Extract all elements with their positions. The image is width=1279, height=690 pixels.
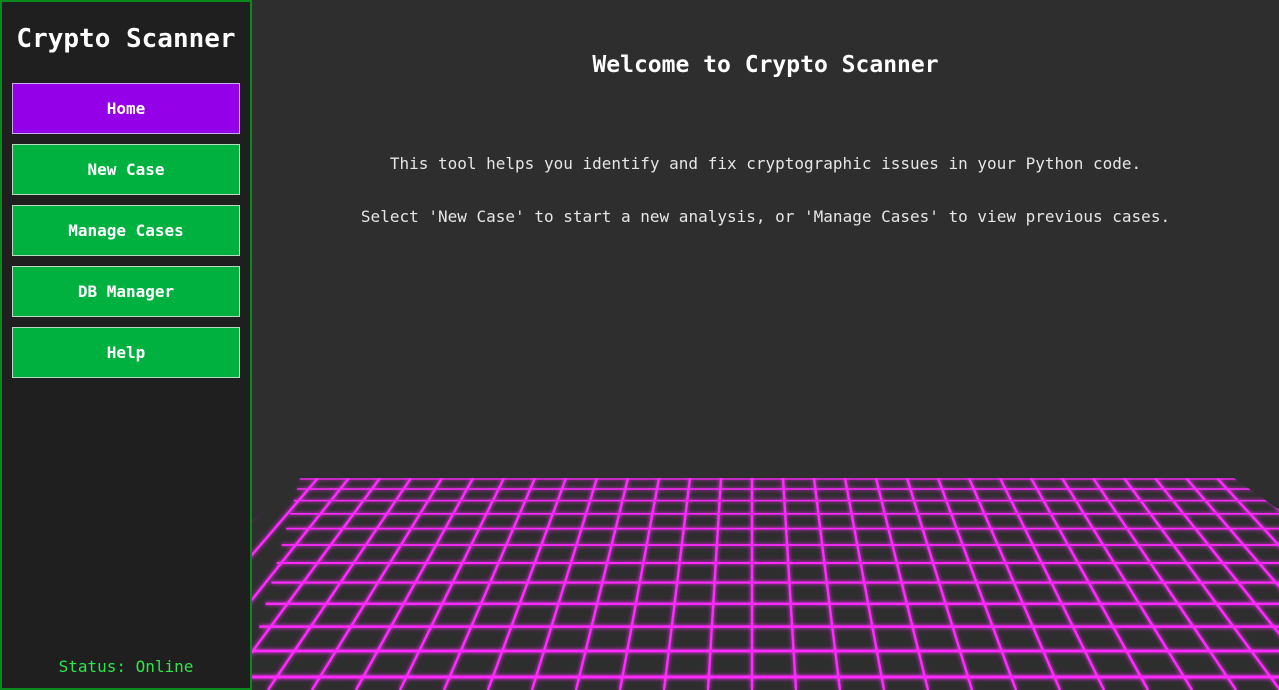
grid-line-vertical (530, 478, 599, 690)
description-line-1: This tool helps you identify and fix cry… (389, 154, 1142, 173)
grid-line-vertical (618, 478, 661, 690)
grid-line-vertical (662, 478, 692, 690)
grid-line-vertical (843, 478, 886, 690)
description-line-2: Select 'New Case' to start a new analysi… (360, 207, 1171, 226)
grid-line-vertical (1123, 478, 1279, 690)
sidebar-nav: Home New Case Manage Cases DB Manager He… (12, 83, 240, 388)
grid-line-vertical (812, 478, 842, 690)
app-title: Crypto Scanner (16, 24, 236, 54)
neon-grid-floor (252, 478, 1279, 690)
grid-line-vertical (252, 478, 381, 654)
main-panel: Welcome to Crypto Scanner This tool help… (252, 0, 1279, 690)
status-text: Status: Online (58, 657, 194, 676)
manage-cases-button[interactable]: Manage Cases (12, 205, 240, 256)
grid-line-vertical (1060, 478, 1194, 690)
grid-line-vertical (486, 478, 568, 690)
grid-line-vertical (1247, 478, 1279, 512)
new-case-button[interactable]: New Case (12, 144, 240, 195)
grid-line-vertical (252, 478, 350, 602)
welcome-heading: Welcome to Crypto Scanner (592, 52, 939, 78)
grid-line-vertical (1216, 478, 1279, 548)
grid-line-vertical (781, 478, 798, 690)
db-manager-button[interactable]: DB Manager (12, 266, 240, 317)
sidebar: Crypto Scanner Home New Case Manage Case… (0, 0, 252, 690)
grid-line-vertical (706, 478, 723, 690)
grid-line-vertical (905, 478, 974, 690)
grid-line-vertical (574, 478, 630, 690)
home-button[interactable]: Home (12, 83, 240, 134)
grid-line-vertical (874, 478, 930, 690)
help-button[interactable]: Help (12, 327, 240, 378)
grid-line-vertical (1185, 478, 1279, 589)
app-window: Crypto Scanner Home New Case Manage Case… (0, 0, 1279, 690)
grid-line-vertical (936, 478, 1018, 690)
grid-line-vertical (310, 478, 444, 690)
